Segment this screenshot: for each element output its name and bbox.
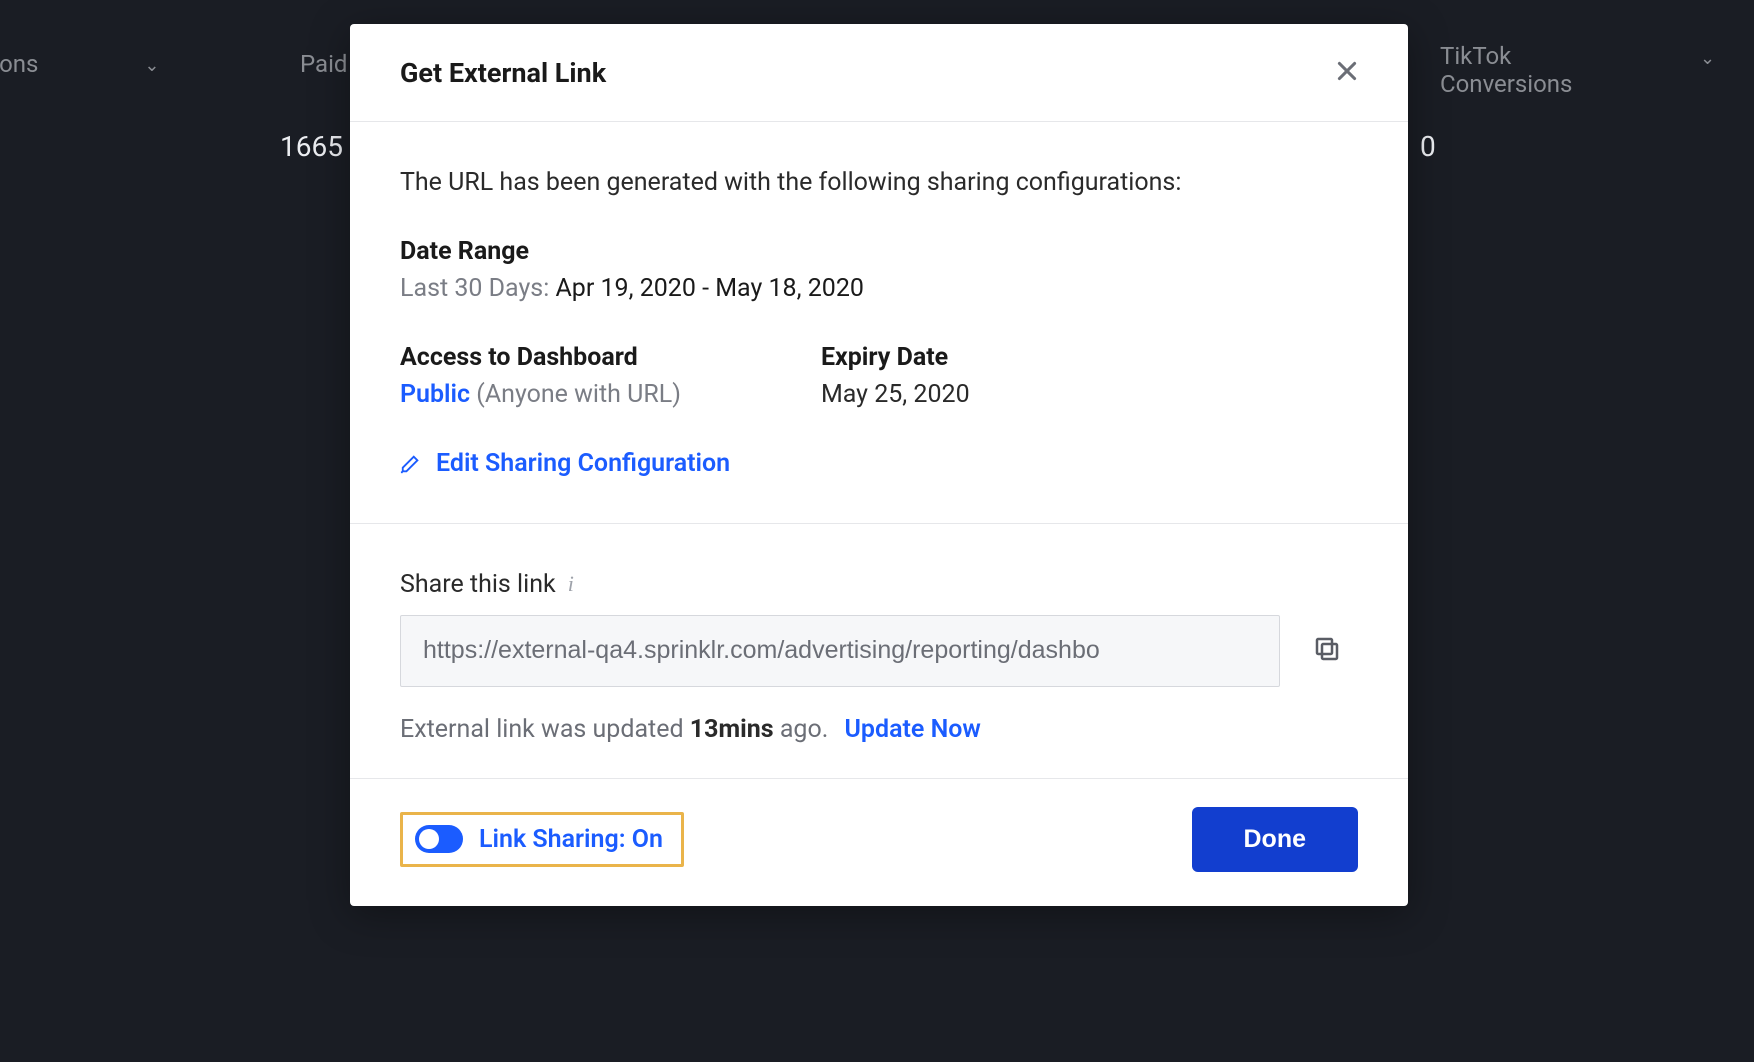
access-note: (Anyone with URL) <box>470 380 681 409</box>
bg-col2-label: Paid <box>300 50 347 78</box>
updated-suffix: ago. <box>774 715 829 744</box>
date-range-label: Date Range <box>400 237 1358 266</box>
updated-prefix: External link was updated <box>400 715 690 744</box>
pencil-icon <box>400 453 422 475</box>
date-range-value: Last 30 Days: Apr 19, 2020 - May 18, 202… <box>400 274 1358 303</box>
info-icon[interactable]: i <box>568 571 574 597</box>
bg-col3-label: TikTok Conversions <box>1440 42 1572 98</box>
updated-time: 13mins <box>690 715 774 744</box>
link-sharing-label: Link Sharing: On <box>479 825 663 854</box>
edit-sharing-config-label: Edit Sharing Configuration <box>436 449 730 478</box>
bg-value: 0 <box>1420 130 1436 163</box>
chevron-down-icon: ⌄ <box>144 55 159 76</box>
date-range-dates: Apr 19, 2020 - May 18, 2020 <box>555 274 863 303</box>
edit-sharing-config-link[interactable]: Edit Sharing Configuration <box>400 449 730 478</box>
copy-icon <box>1312 634 1342 664</box>
access-label: Access to Dashboard <box>400 343 681 372</box>
link-sharing-toggle[interactable] <box>415 825 463 853</box>
external-link-modal: Get External Link The URL has been gener… <box>350 24 1408 906</box>
bg-col-header[interactable]: ersions ⌄ <box>0 40 200 88</box>
chevron-down-icon: ⌄ <box>1700 48 1715 69</box>
done-button[interactable]: Done <box>1192 807 1359 872</box>
access-column: Access to Dashboard Public (Anyone with … <box>400 343 681 409</box>
access-public-link[interactable]: Public <box>400 380 470 409</box>
share-url-input[interactable] <box>400 615 1280 687</box>
expiry-label: Expiry Date <box>821 343 970 372</box>
updated-line: External link was updated 13mins ago. Up… <box>400 715 1358 744</box>
expiry-column: Expiry Date May 25, 2020 <box>821 343 970 409</box>
bg-col1-label: ersions <box>0 50 38 78</box>
link-sharing-highlight: Link Sharing: On <box>400 812 684 867</box>
access-value-row: Public (Anyone with URL) <box>400 380 681 409</box>
bg-value: 1665 <box>280 130 343 163</box>
modal-body: The URL has been generated with the foll… <box>350 122 1408 524</box>
share-section: Share this link i External link was upda… <box>350 524 1408 779</box>
copy-button[interactable] <box>1304 626 1350 675</box>
link-row <box>400 615 1358 687</box>
config-columns: Access to Dashboard Public (Anyone with … <box>400 343 1358 409</box>
intro-text: The URL has been generated with the foll… <box>400 168 1358 197</box>
share-link-label: Share this link i <box>400 570 1358 599</box>
bg-col-header[interactable]: TikTok Conversions <box>1420 32 1720 108</box>
expiry-value: May 25, 2020 <box>821 380 970 409</box>
close-button[interactable] <box>1328 52 1366 93</box>
update-now-link[interactable]: Update Now <box>845 715 981 744</box>
modal-title: Get External Link <box>400 57 606 89</box>
share-link-label-text: Share this link <box>400 570 556 599</box>
modal-footer: Link Sharing: On Done <box>350 779 1408 906</box>
date-range-prefix: Last 30 Days: <box>400 274 555 303</box>
close-icon <box>1334 58 1360 84</box>
modal-header: Get External Link <box>350 24 1408 122</box>
